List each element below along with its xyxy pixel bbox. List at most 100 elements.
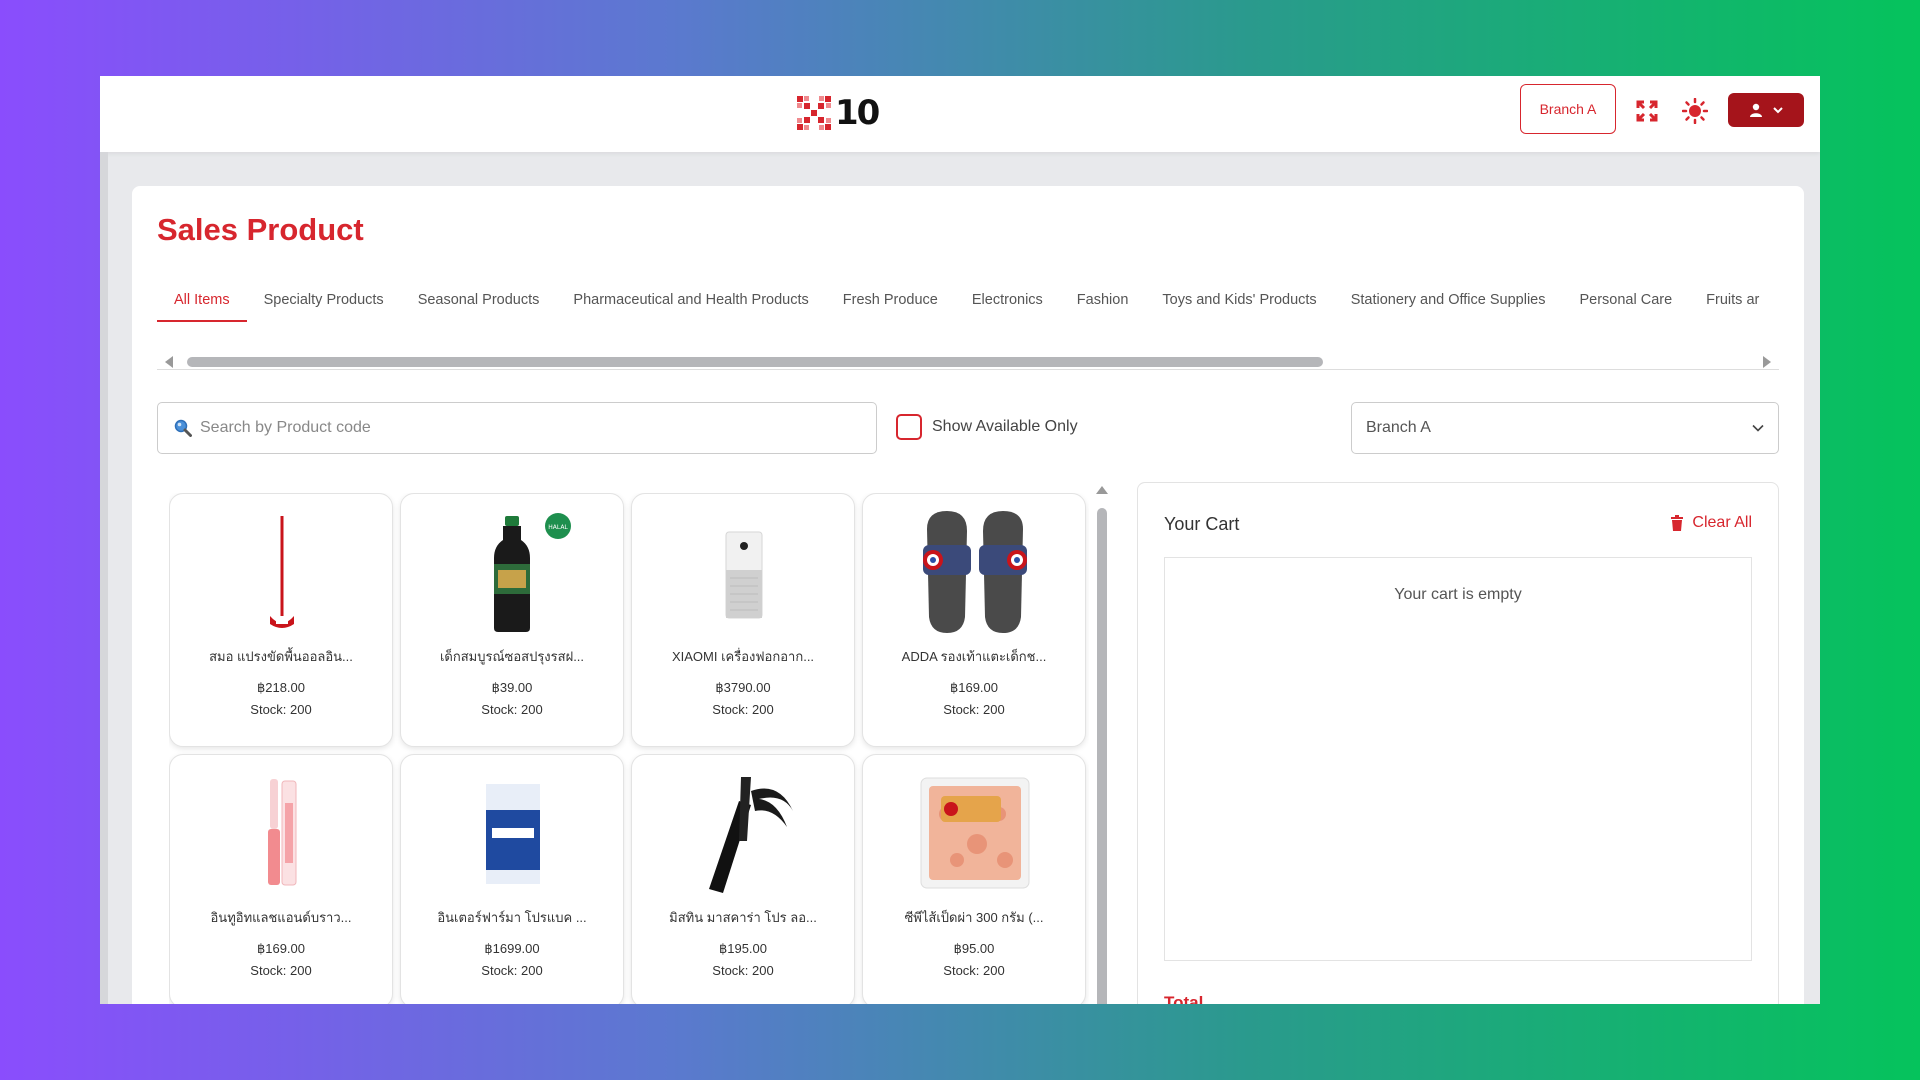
product-image: [910, 769, 1040, 897]
tabs-scrollbar[interactable]: [157, 354, 1779, 370]
product-name: ซีพีไส้เป็ดผ่า 300 กรัม (...: [904, 910, 1044, 925]
product-name: มิสทิน มาสคาร่า โปร ลอ...: [669, 910, 817, 925]
product-image: [910, 508, 1040, 636]
cart-title: Your Cart: [1164, 514, 1240, 534]
product-name: สมอ แปรงขัดพื้นออลอิน...: [209, 649, 353, 664]
tab-fruits[interactable]: Fruits ar: [1689, 286, 1776, 322]
fullscreen-button[interactable]: [1634, 98, 1660, 124]
air-purifier-icon: [725, 531, 763, 619]
product-card[interactable]: อินทูอิทแลชแอนด์บราว... ฿169.00 Stock: 2…: [169, 754, 393, 1004]
product-price: ฿1699.00: [484, 941, 540, 956]
branch-button[interactable]: Branch A: [1520, 84, 1616, 134]
cart-total-label: Total: [1164, 993, 1204, 1004]
search-icon: [174, 419, 192, 437]
show-available-toggle[interactable]: Show Available Only: [896, 414, 1078, 440]
chevron-down-icon: [1773, 107, 1783, 114]
clear-all-button[interactable]: Clear All: [1670, 514, 1752, 532]
product-price: ฿195.00: [718, 941, 768, 956]
product-stock: Stock: 200: [943, 702, 1005, 717]
category-tabs: All Items Specialty Products Seasonal Pr…: [157, 286, 1779, 322]
product-stock: Stock: 200: [250, 963, 312, 978]
product-name: ADDA รองเท้าแตะเด็กช...: [901, 649, 1047, 664]
lip-gloss-icon: [268, 779, 297, 886]
expand-icon: [1636, 100, 1658, 122]
product-grid: สมอ แปรงขัดพื้นออลอิน... ฿218.00 Stock: …: [169, 493, 1089, 1004]
products-scrollbar[interactable]: [1096, 486, 1108, 1004]
product-stock: Stock: 200: [943, 963, 1005, 978]
logo-text: 10: [835, 93, 880, 133]
chevron-down-icon: [1752, 424, 1764, 432]
sidebar-strip: [100, 152, 108, 1004]
product-image: [217, 769, 347, 897]
product-image: [448, 769, 578, 897]
search-box[interactable]: [157, 402, 877, 454]
product-image: [217, 508, 347, 636]
branch-select-value: Branch A: [1366, 419, 1431, 436]
tab-fashion[interactable]: Fashion: [1060, 286, 1146, 322]
product-card[interactable]: XIAOMI เครื่องฟอกอาก... ฿3790.00 Stock: …: [631, 493, 855, 747]
user-icon: [1750, 103, 1762, 117]
trash-icon: [1671, 515, 1684, 531]
app-window: 10 Branch A Sales Product All Items Spec…: [100, 76, 1820, 1004]
product-card[interactable]: อินเตอร์ฟาร์มา โปรแบค ... ฿1699.00 Stock…: [400, 754, 624, 1004]
tab-toys-kids[interactable]: Toys and Kids' Products: [1145, 286, 1333, 322]
tab-personal-care[interactable]: Personal Care: [1562, 286, 1689, 322]
product-price: ฿218.00: [256, 680, 306, 695]
search-input[interactable]: [200, 419, 860, 437]
tab-all-items[interactable]: All Items: [157, 286, 247, 322]
product-price: ฿3790.00: [715, 680, 771, 695]
product-image: [679, 508, 809, 636]
product-name: เด็กสมบูรณ์ซอสปรุงรสฝ...: [439, 649, 585, 664]
cart-items-box: Your cart is empty: [1164, 557, 1752, 961]
top-bar: 10 Branch A: [100, 76, 1820, 152]
product-card[interactable]: สมอ แปรงขัดพื้นออลอิน... ฿218.00 Stock: …: [169, 493, 393, 747]
scrollbar-thumb[interactable]: [187, 357, 1323, 367]
tab-specialty-products[interactable]: Specialty Products: [247, 286, 401, 322]
food-pack-icon: [920, 777, 1030, 889]
scroll-up-icon[interactable]: [1096, 486, 1108, 494]
scroll-left-icon[interactable]: [165, 356, 173, 368]
brand-logo[interactable]: 10: [795, 90, 880, 136]
product-card[interactable]: มิสทิน มาสคาร่า โปร ลอ... ฿195.00 Stock:…: [631, 754, 855, 1004]
sauce-bottle-icon: HALAL: [494, 513, 571, 632]
product-price: ฿95.00: [953, 941, 995, 956]
product-price: ฿39.00: [491, 680, 533, 695]
tab-stationery-office[interactable]: Stationery and Office Supplies: [1334, 286, 1563, 322]
product-stock: Stock: 200: [712, 702, 774, 717]
tab-fresh-produce[interactable]: Fresh Produce: [826, 286, 955, 322]
sun-icon: [1682, 98, 1708, 124]
product-stock: Stock: 200: [712, 963, 774, 978]
show-available-label: Show Available Only: [932, 418, 1078, 435]
product-price: ฿169.00: [256, 941, 306, 956]
show-available-checkbox[interactable]: [896, 414, 922, 440]
mascara-icon: [709, 777, 793, 893]
page-title: Sales Product: [157, 212, 364, 247]
product-card[interactable]: ซีพีไส้เป็ดผ่า 300 กรัม (... ฿95.00 Stoc…: [862, 754, 1086, 1004]
scrollbar-thumb[interactable]: [1097, 508, 1107, 1004]
logo-x-icon: [797, 96, 831, 130]
sandals-icon: [923, 511, 1027, 633]
branch-select[interactable]: Branch A: [1351, 402, 1779, 454]
tab-seasonal-products[interactable]: Seasonal Products: [401, 286, 557, 322]
product-stock: Stock: 200: [250, 702, 312, 717]
product-image: HALAL: [448, 508, 578, 636]
cart-panel: Your Cart Clear All Your cart is empty T…: [1137, 482, 1779, 1004]
user-menu-button[interactable]: [1728, 93, 1804, 127]
supplement-box-icon: [486, 784, 540, 884]
scroll-right-icon[interactable]: [1763, 356, 1771, 368]
product-stock: Stock: 200: [481, 963, 543, 978]
clear-all-label: Clear All: [1692, 514, 1752, 531]
product-card[interactable]: HALAL เด็กสมบูรณ์ซอสปรุงรสฝ... ฿39.00 St…: [400, 493, 624, 747]
mop-icon: [270, 516, 294, 628]
theme-toggle-button[interactable]: [1682, 98, 1708, 124]
product-name: อินทูอิทแลชแอนด์บราว...: [210, 910, 352, 925]
product-card[interactable]: ADDA รองเท้าแตะเด็กช... ฿169.00 Stock: 2…: [862, 493, 1086, 747]
main-panel: Sales Product All Items Specialty Produc…: [132, 186, 1804, 1004]
product-price: ฿169.00: [949, 680, 999, 695]
product-name: XIAOMI เครื่องฟอกอาก...: [671, 649, 815, 664]
tab-electronics[interactable]: Electronics: [955, 286, 1060, 322]
halal-badge: HALAL: [548, 524, 568, 531]
product-image: [679, 769, 809, 897]
cart-empty-message: Your cart is empty: [1394, 586, 1522, 603]
tab-pharmaceutical-health[interactable]: Pharmaceutical and Health Products: [556, 286, 825, 322]
